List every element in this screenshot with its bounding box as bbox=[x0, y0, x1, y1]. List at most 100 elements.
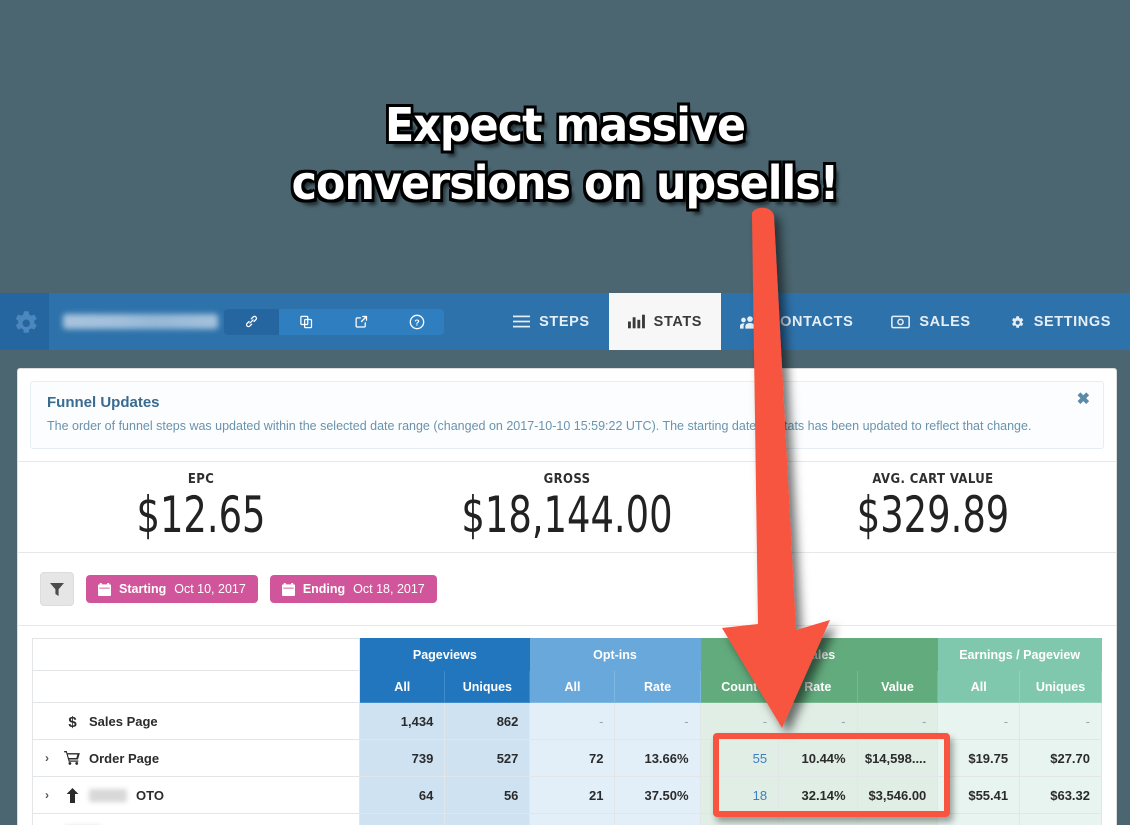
table-group-header-earnings-pageview: Earnings / Pageview bbox=[937, 638, 1102, 671]
close-icon[interactable]: ✖ bbox=[1077, 392, 1090, 408]
ending-date-button[interactable]: Ending Oct 18, 2017 bbox=[269, 575, 437, 603]
copy-icon-button[interactable] bbox=[279, 309, 334, 335]
table-cell: $14,598.... bbox=[856, 739, 939, 777]
table-cell: - bbox=[937, 702, 1021, 740]
table-cell: 862 bbox=[444, 702, 531, 740]
table-cell: 21 bbox=[529, 776, 616, 814]
table-column-header-0[interactable] bbox=[31, 670, 361, 703]
nav-item-settings[interactable]: SETTINGS bbox=[990, 293, 1130, 350]
hamburger-icon bbox=[513, 315, 531, 328]
table-column-header-3[interactable]: All bbox=[529, 670, 616, 703]
summary-stat-gross-value: $18,144.00 bbox=[461, 486, 673, 544]
bar-chart-icon bbox=[627, 314, 645, 329]
table-cell: - bbox=[614, 702, 701, 740]
table-group-header-blank bbox=[31, 638, 361, 671]
table-cell[interactable]: 18 bbox=[699, 776, 780, 814]
help-icon-button[interactable]: ? bbox=[389, 309, 444, 335]
summary-stat-epc-label: EPC bbox=[187, 472, 215, 487]
nav-item-sales[interactable]: SALES bbox=[872, 293, 989, 350]
table-row-name-cell: › Order Page bbox=[31, 739, 361, 777]
table-column-header-4[interactable]: Rate bbox=[614, 670, 701, 703]
account-name bbox=[49, 293, 219, 350]
table-cell: $27.70 bbox=[1019, 739, 1102, 777]
app-logo-gear-button[interactable] bbox=[0, 293, 50, 350]
nav-item-settings-label: SETTINGS bbox=[1033, 313, 1111, 330]
table-row[interactable]: › OTO 64 56 21 37.50% 18 32.14% $3,546.00 $55.41 $… bbox=[31, 776, 1102, 814]
starting-date-button[interactable]: Starting Oct 10, 2017 bbox=[86, 575, 258, 603]
table-row-name-cell: › OTO bbox=[31, 776, 361, 814]
table-cell bbox=[699, 813, 780, 825]
table-row[interactable]: › bbox=[31, 813, 1102, 825]
stats-panel: Funnel Updates The order of funnel steps… bbox=[17, 368, 1117, 825]
table-cell: - bbox=[529, 702, 616, 740]
table-cell: 37.50% bbox=[614, 776, 701, 814]
table-column-header-6[interactable]: Rate bbox=[778, 670, 858, 703]
svg-text:$: $ bbox=[68, 714, 77, 729]
table-cell: - bbox=[778, 702, 858, 740]
gear-icon bbox=[15, 310, 37, 333]
summary-stat-avg-cart-value-value: $329.89 bbox=[856, 486, 1010, 544]
cart-icon bbox=[64, 751, 80, 765]
nav-item-contacts-label: CONTACTS bbox=[769, 313, 854, 330]
ending-date-value: Oct 18, 2017 bbox=[353, 582, 425, 596]
nav-icon-toolbar: ? bbox=[224, 308, 445, 335]
ending-date-label: Ending bbox=[302, 582, 346, 596]
nav-item-stats[interactable]: STATS bbox=[608, 293, 722, 350]
nav-item-steps[interactable]: STEPS bbox=[494, 293, 609, 350]
external-link-icon bbox=[355, 315, 368, 328]
table-row-name-cell: ›$Sales Page bbox=[31, 702, 361, 740]
table-column-header-5[interactable]: Count bbox=[699, 670, 780, 703]
table-cell: $19.75 bbox=[937, 739, 1021, 777]
redacted-step-name bbox=[89, 788, 127, 802]
table-column-header-9[interactable]: Uniques bbox=[1019, 670, 1102, 703]
table-cell: 72 bbox=[529, 739, 616, 777]
upsell-arrow-icon bbox=[66, 787, 78, 803]
table-cell[interactable]: 55 bbox=[699, 739, 780, 777]
table-row[interactable]: › Order Page 739 527 72 13.66% 55 10.44% $14,598… bbox=[31, 739, 1102, 777]
filter-button[interactable] bbox=[40, 572, 74, 606]
table-cell: $63.32 bbox=[1019, 776, 1102, 814]
link-icon-button[interactable] bbox=[224, 308, 280, 335]
table-cell: $3,546.00 bbox=[856, 776, 939, 814]
calendar-icon bbox=[98, 582, 111, 596]
summary-stat-gross-label: GROSS bbox=[543, 472, 591, 487]
funnel-stats-table-wrap: Pageviews Opt-ins Sales Earnings / Pageview… bbox=[18, 626, 1116, 825]
nav-item-sales-label: SALES bbox=[919, 313, 971, 330]
table-cell bbox=[614, 813, 701, 825]
table-cell: 527 bbox=[444, 739, 531, 777]
table-cell bbox=[856, 813, 939, 825]
table-cell bbox=[1019, 813, 1102, 825]
table-column-header-1[interactable]: All bbox=[359, 670, 446, 703]
calendar-icon bbox=[281, 582, 295, 596]
summary-stat-avg-cart-label: AVG. CART VALUE bbox=[872, 472, 994, 487]
promo-headline: Expect massive conversions on upsells! bbox=[0, 96, 1130, 212]
nav-item-steps-label: STEPS bbox=[539, 313, 590, 330]
starting-date-value: Oct 10, 2017 bbox=[174, 582, 246, 596]
money-icon bbox=[891, 315, 911, 328]
top-navbar: ? STEPS STATS CONTACTS SALES SETTINGS bbox=[0, 293, 1130, 350]
table-cell: 64 bbox=[359, 776, 446, 814]
chevron-right-icon[interactable]: › bbox=[45, 751, 55, 765]
table-column-header-7[interactable]: Value bbox=[856, 670, 939, 703]
table-cell: - bbox=[699, 702, 780, 740]
nav-item-contacts[interactable]: CONTACTS bbox=[721, 293, 872, 350]
table-group-header-row: Pageviews Opt-ins Sales Earnings / Pageview bbox=[31, 638, 1102, 671]
table-row[interactable]: ›$Sales Page1,434862------- bbox=[31, 702, 1102, 740]
table-cell bbox=[529, 813, 616, 825]
chevron-right-icon[interactable]: › bbox=[45, 788, 55, 802]
table-cell: 739 bbox=[359, 739, 446, 777]
funnel-updates-alert: Funnel Updates The order of funnel steps… bbox=[30, 381, 1104, 449]
copy-icon bbox=[300, 315, 313, 328]
table-column-header-2[interactable]: Uniques bbox=[444, 670, 531, 703]
table-body: ›$Sales Page1,434862-------›Order Page73… bbox=[31, 702, 1102, 825]
table-column-header-8[interactable]: All bbox=[937, 670, 1021, 703]
table-head: Pageviews Opt-ins Sales Earnings / Pageview… bbox=[31, 638, 1102, 703]
summary-stat-gross: GROSS $18,144.00 bbox=[384, 472, 750, 542]
table-group-header-opt-ins: Opt-ins bbox=[529, 638, 701, 671]
summary-stat-epc: EPC $12.65 bbox=[18, 472, 384, 542]
screen-root: Expect massive conversions on upsells! ?… bbox=[0, 0, 1130, 825]
external-link-icon-button[interactable] bbox=[334, 309, 389, 335]
table-cell: - bbox=[1019, 702, 1102, 740]
starting-date-label: Starting bbox=[119, 582, 167, 596]
